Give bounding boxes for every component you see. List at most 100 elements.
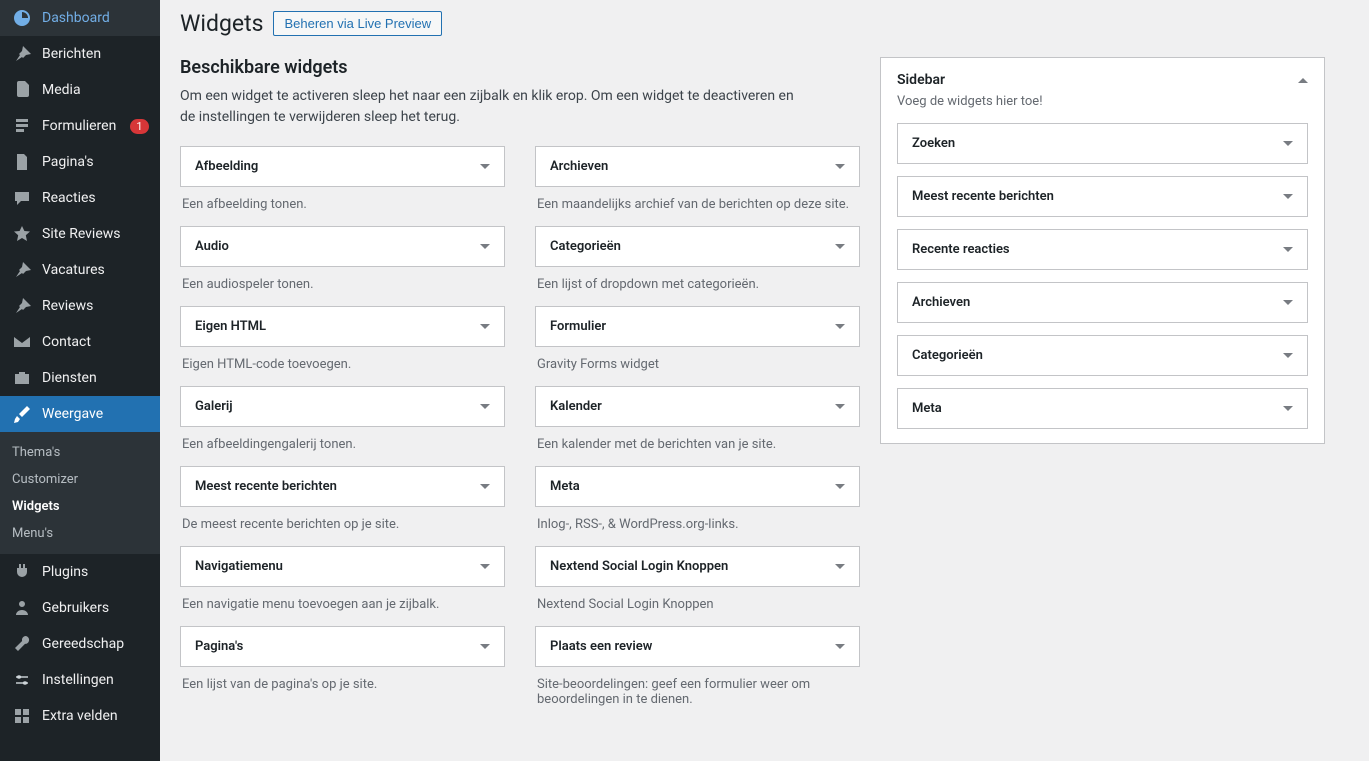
submenu-item-widgets[interactable]: Widgets [0, 493, 160, 520]
widget-description: Inlog-, RSS-, & WordPress.org-links. [535, 517, 860, 532]
nav-item-reviews[interactable]: Reviews [0, 288, 160, 324]
forms-icon [12, 116, 32, 136]
widget-name: Archieven [550, 159, 608, 174]
widget-name: Pagina's [195, 639, 243, 654]
nav-item-extra-velden[interactable]: Extra velden [0, 698, 160, 734]
widget-handle[interactable]: Formulier [535, 306, 860, 347]
widget-description: Een kalender met de berichten van je sit… [535, 437, 860, 452]
content-area: Widgets Beheren via Live Preview Beschik… [160, 0, 1369, 761]
submenu-weergave: Thema'sCustomizerWidgetsMenu's [0, 432, 160, 554]
available-widget: AfbeeldingEen afbeelding tonen. [180, 146, 505, 212]
widget-handle[interactable]: Categorieën [535, 226, 860, 267]
nav-label: Formulieren [42, 118, 116, 134]
chevron-down-icon [1283, 406, 1293, 411]
widget-name: Kalender [550, 399, 602, 414]
widget-handle[interactable]: Nextend Social Login Knoppen [535, 546, 860, 587]
available-widgets-title: Beschikbare widgets [180, 57, 860, 78]
nav-label: Berichten [42, 46, 101, 62]
nav-item-reacties[interactable]: Reacties [0, 180, 160, 216]
settings-icon [12, 670, 32, 690]
widget-description: Een lijst of dropdown met categorieën. [535, 277, 860, 292]
collapse-icon [1298, 78, 1308, 83]
placed-widget-name: Meest recente berichten [912, 189, 1054, 204]
chevron-down-icon [835, 324, 845, 329]
chevron-down-icon [835, 244, 845, 249]
widget-name: Navigatiemenu [195, 559, 283, 574]
nav-item-contact[interactable]: Contact [0, 324, 160, 360]
available-widget: Meest recente berichtenDe meest recente … [180, 466, 505, 532]
widget-handle[interactable]: Plaats een review [535, 626, 860, 667]
widget-handle[interactable]: Kalender [535, 386, 860, 427]
placed-widget[interactable]: Categorieën [897, 335, 1308, 376]
sidebar-area-hint: Voeg de widgets hier toe! [897, 94, 1308, 109]
widget-name: Categorieën [550, 239, 621, 254]
nav-item-pagina-s[interactable]: Pagina's [0, 144, 160, 180]
admin-sidebar: Dashboard Berichten Media Formulieren 1 Pagin… [0, 0, 160, 761]
widget-handle[interactable]: Meest recente berichten [180, 466, 505, 507]
widget-name: Audio [195, 239, 229, 254]
pin-icon [12, 296, 32, 316]
available-widget: Categorieën Een lijst of dropdown met cat… [535, 226, 860, 292]
nav-item-site-reviews[interactable]: Site Reviews [0, 216, 160, 252]
chevron-down-icon [480, 324, 490, 329]
sidebar-widget-area: Sidebar Voeg de widgets hier toe! Zoeken… [880, 57, 1325, 444]
sidebar-area-header[interactable]: Sidebar [897, 72, 1308, 88]
chevron-down-icon [480, 164, 490, 169]
placed-widget[interactable]: Zoeken [897, 123, 1308, 164]
chevron-down-icon [480, 564, 490, 569]
submenu-item-menu-s[interactable]: Menu's [0, 520, 160, 547]
nav-item-diensten[interactable]: Diensten [0, 360, 160, 396]
page-header: Widgets Beheren via Live Preview [180, 10, 1349, 37]
widget-description: Een maandelijks archief van de berichten… [535, 197, 860, 212]
plugin-icon [12, 562, 32, 582]
placed-widget-name: Archieven [912, 295, 970, 310]
nav-label: Reviews [42, 298, 93, 314]
nav-item-plugins[interactable]: Plugins [0, 554, 160, 590]
portfolio-icon [12, 368, 32, 388]
media-icon [12, 80, 32, 100]
widget-handle[interactable]: Meta [535, 466, 860, 507]
widget-handle[interactable]: Navigatiemenu [180, 546, 505, 587]
page-icon [12, 152, 32, 172]
nav-item-instellingen[interactable]: Instellingen [0, 662, 160, 698]
placed-widget-name: Zoeken [912, 136, 955, 151]
nav-item-vacatures[interactable]: Vacatures [0, 252, 160, 288]
widget-name: Meest recente berichten [195, 479, 337, 494]
placed-widget[interactable]: Meest recente berichten [897, 176, 1308, 217]
chevron-down-icon [835, 484, 845, 489]
wrench-icon [12, 634, 32, 654]
nav-label: Vacatures [42, 262, 105, 278]
nav-item-dashboard[interactable]: Dashboard [0, 0, 160, 36]
submenu-item-thema-s[interactable]: Thema's [0, 439, 160, 466]
widget-handle[interactable]: Archieven [535, 146, 860, 187]
widget-handle[interactable]: Audio [180, 226, 505, 267]
update-badge: 1 [130, 119, 148, 134]
widget-description: Nextend Social Login Knoppen [535, 597, 860, 612]
nav-item-berichten[interactable]: Berichten [0, 36, 160, 72]
nav-label: Weergave [42, 406, 103, 422]
nav-label: Plugins [42, 564, 88, 580]
layout-icon [12, 706, 32, 726]
chevron-down-icon [1283, 353, 1293, 358]
nav-item-gebruikers[interactable]: Gebruikers [0, 590, 160, 626]
page-title: Widgets [180, 10, 263, 37]
chevron-down-icon [480, 484, 490, 489]
placed-widget[interactable]: Recente reacties [897, 229, 1308, 270]
widget-description: Een audiospeler tonen. [180, 277, 505, 292]
widget-handle[interactable]: Galerij [180, 386, 505, 427]
nav-item-gereedschap[interactable]: Gereedschap [0, 626, 160, 662]
placed-widget[interactable]: Meta [897, 388, 1308, 429]
live-preview-button[interactable]: Beheren via Live Preview [273, 11, 442, 36]
submenu-item-customizer[interactable]: Customizer [0, 466, 160, 493]
nav-item-formulieren[interactable]: Formulieren 1 [0, 108, 160, 144]
nav-item-media[interactable]: Media [0, 72, 160, 108]
placed-widget[interactable]: Archieven [897, 282, 1308, 323]
chevron-down-icon [1283, 194, 1293, 199]
chevron-down-icon [835, 164, 845, 169]
available-widget: Meta Inlog-, RSS-, & WordPress.org-links. [535, 466, 860, 532]
nav-item-weergave[interactable]: Weergave [0, 396, 160, 432]
widget-handle[interactable]: Afbeelding [180, 146, 505, 187]
widget-handle[interactable]: Pagina's [180, 626, 505, 667]
dashboard-icon [12, 8, 32, 28]
widget-handle[interactable]: Eigen HTML [180, 306, 505, 347]
